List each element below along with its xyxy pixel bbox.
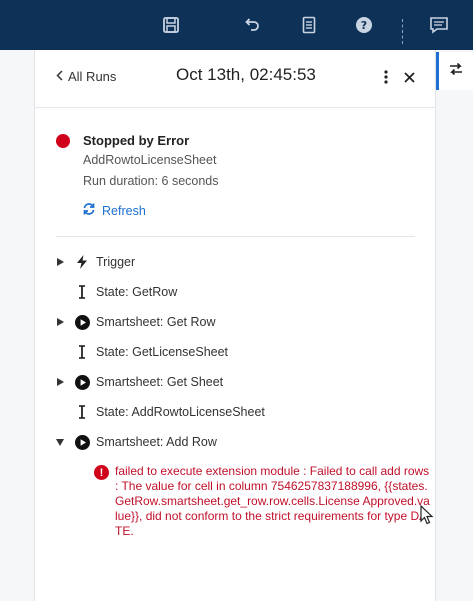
toolbar-divider (402, 19, 403, 44)
undo-icon[interactable] (241, 14, 263, 36)
step-label: State: AddRowtoLicenseSheet (96, 405, 265, 419)
document-icon[interactable] (298, 14, 320, 36)
svg-text:?: ? (361, 19, 367, 32)
lightning-icon (74, 254, 90, 270)
close-icon[interactable] (401, 66, 417, 88)
more-options-icon[interactable] (378, 66, 394, 88)
step-label: Smartsheet: Get Row (96, 315, 216, 329)
step-smartsheet-add-row[interactable]: Smartsheet: Add Row (35, 431, 435, 453)
step-label: Smartsheet: Add Row (96, 435, 217, 449)
error-status-icon (56, 134, 70, 148)
step-label: State: GetLicenseSheet (96, 345, 229, 359)
divider (56, 236, 415, 237)
top-toolbar: ? (0, 0, 473, 50)
step-label: Smartsheet: Get Sheet (96, 375, 224, 389)
step-state-getrow[interactable]: State: GetRow (35, 281, 435, 303)
right-sidebar (435, 50, 473, 601)
run-title: Oct 13th, 02:45:53 (176, 65, 316, 84)
step-state-getlicensesheet[interactable]: State: GetLicenseSheet (35, 341, 435, 363)
play-circle-icon (74, 434, 90, 450)
refresh-label: Refresh (102, 203, 146, 218)
step-smartsheet-get-sheet[interactable]: Smartsheet: Get Sheet (35, 371, 435, 393)
flow-name: AddRowtoLicenseSheet (83, 153, 217, 167)
mouse-cursor-icon (420, 505, 434, 525)
caret-right-icon[interactable] (55, 377, 65, 387)
play-circle-icon (74, 314, 90, 330)
caret-right-icon[interactable] (55, 317, 65, 327)
caret-right-icon[interactable] (55, 257, 65, 267)
help-icon[interactable]: ? (353, 14, 375, 36)
state-icon (74, 344, 90, 360)
canvas-left-strip (0, 50, 35, 601)
all-runs-label: All Runs (68, 69, 117, 84)
play-circle-icon (74, 374, 90, 390)
swap-panel-tab[interactable] (436, 52, 473, 90)
chevron-left-icon (56, 69, 64, 84)
state-icon (74, 404, 90, 420)
error-icon: ! (94, 465, 109, 480)
comment-icon[interactable] (428, 14, 450, 36)
run-detail-panel: All Runs Oct 13th, 02:45:53 Stopped by E… (35, 50, 435, 601)
all-runs-link[interactable]: All Runs (56, 69, 116, 84)
state-icon (74, 284, 90, 300)
caret-down-icon[interactable] (55, 437, 65, 447)
step-label: Trigger (96, 255, 136, 269)
step-label: State: GetRow (96, 285, 178, 299)
run-duration: Run duration: 6 seconds (83, 174, 219, 188)
step-trigger[interactable]: Trigger (35, 251, 435, 273)
step-smartsheet-get-row[interactable]: Smartsheet: Get Row (35, 311, 435, 333)
swap-icon (449, 62, 463, 81)
refresh-button[interactable]: Refresh (82, 202, 146, 219)
panel-header: All Runs Oct 13th, 02:45:53 (35, 50, 435, 108)
status-title: Stopped by Error (83, 133, 190, 148)
error-message: failed to execute extension module : Fai… (115, 464, 430, 538)
step-state-addrowtolicensesheet[interactable]: State: AddRowtoLicenseSheet (35, 401, 435, 423)
save-icon[interactable] (160, 14, 182, 36)
refresh-icon (82, 202, 96, 219)
